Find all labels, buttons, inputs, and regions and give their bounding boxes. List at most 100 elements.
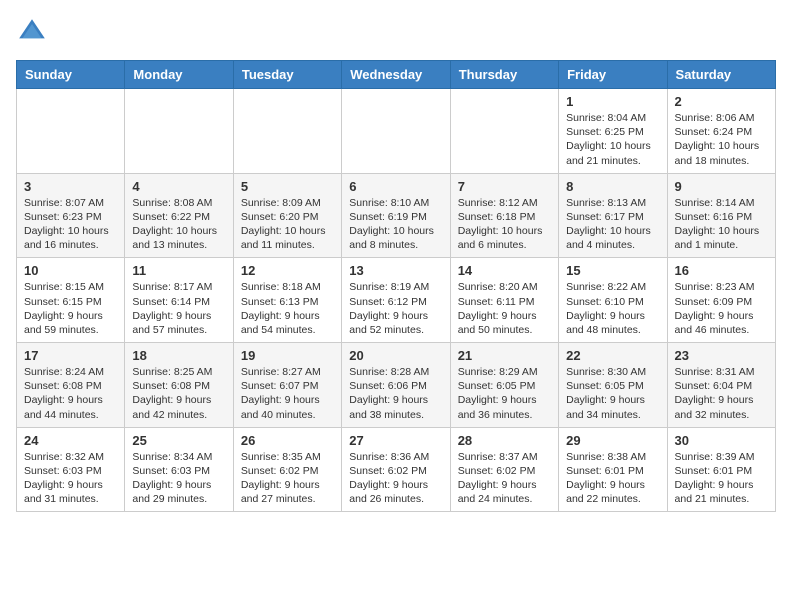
day-number: 7 xyxy=(458,179,551,194)
calendar-cell: 4 Sunrise: 8:08 AM Sunset: 6:22 PM Daylig… xyxy=(125,173,233,258)
day-info: Sunrise: 8:20 AM Sunset: 6:11 PM Dayligh… xyxy=(458,280,551,337)
day-number: 24 xyxy=(24,433,117,448)
day-number: 5 xyxy=(241,179,334,194)
calendar-cell: 11 Sunrise: 8:17 AM Sunset: 6:14 PM Dayli… xyxy=(125,258,233,343)
calendar-cell: 16 Sunrise: 8:23 AM Sunset: 6:09 PM Dayli… xyxy=(667,258,775,343)
day-number: 22 xyxy=(566,348,659,363)
calendar-cell: 8 Sunrise: 8:13 AM Sunset: 6:17 PM Daylig… xyxy=(559,173,667,258)
calendar-cell xyxy=(450,89,558,174)
day-number: 15 xyxy=(566,263,659,278)
calendar-week-row: 17 Sunrise: 8:24 AM Sunset: 6:08 PM Dayli… xyxy=(17,343,776,428)
day-info: Sunrise: 8:09 AM Sunset: 6:20 PM Dayligh… xyxy=(241,196,334,253)
day-info: Sunrise: 8:13 AM Sunset: 6:17 PM Dayligh… xyxy=(566,196,659,253)
calendar-week-row: 3 Sunrise: 8:07 AM Sunset: 6:23 PM Daylig… xyxy=(17,173,776,258)
day-info: Sunrise: 8:19 AM Sunset: 6:12 PM Dayligh… xyxy=(349,280,442,337)
calendar-cell xyxy=(17,89,125,174)
day-number: 6 xyxy=(349,179,442,194)
day-number: 11 xyxy=(132,263,225,278)
calendar-header-row: SundayMondayTuesdayWednesdayThursdayFrid… xyxy=(17,61,776,89)
calendar-cell xyxy=(342,89,450,174)
calendar-cell: 27 Sunrise: 8:36 AM Sunset: 6:02 PM Dayli… xyxy=(342,427,450,512)
day-info: Sunrise: 8:17 AM Sunset: 6:14 PM Dayligh… xyxy=(132,280,225,337)
calendar-cell: 28 Sunrise: 8:37 AM Sunset: 6:02 PM Dayli… xyxy=(450,427,558,512)
calendar-cell: 26 Sunrise: 8:35 AM Sunset: 6:02 PM Dayli… xyxy=(233,427,341,512)
weekday-header: Sunday xyxy=(17,61,125,89)
day-number: 2 xyxy=(675,94,768,109)
calendar-cell: 21 Sunrise: 8:29 AM Sunset: 6:05 PM Dayli… xyxy=(450,343,558,428)
day-number: 17 xyxy=(24,348,117,363)
day-number: 13 xyxy=(349,263,442,278)
day-number: 12 xyxy=(241,263,334,278)
calendar-cell: 14 Sunrise: 8:20 AM Sunset: 6:11 PM Dayli… xyxy=(450,258,558,343)
calendar-cell: 17 Sunrise: 8:24 AM Sunset: 6:08 PM Dayli… xyxy=(17,343,125,428)
weekday-header: Tuesday xyxy=(233,61,341,89)
weekday-header: Friday xyxy=(559,61,667,89)
day-info: Sunrise: 8:06 AM Sunset: 6:24 PM Dayligh… xyxy=(675,111,768,168)
calendar-cell: 18Sunrise: 8:25 AM Sunset: 6:08 PM Dayli… xyxy=(125,343,233,428)
day-number: 21 xyxy=(458,348,551,363)
day-info: Sunrise: 8:15 AM Sunset: 6:15 PM Dayligh… xyxy=(24,280,117,337)
day-number: 23 xyxy=(675,348,768,363)
calendar-cell: 29 Sunrise: 8:38 AM Sunset: 6:01 PM Dayli… xyxy=(559,427,667,512)
day-info: Sunrise: 8:08 AM Sunset: 6:22 PM Dayligh… xyxy=(132,196,225,253)
day-number: 16 xyxy=(675,263,768,278)
weekday-header: Thursday xyxy=(450,61,558,89)
calendar-cell: 22 Sunrise: 8:30 AM Sunset: 6:05 PM Dayli… xyxy=(559,343,667,428)
day-number: 4 xyxy=(132,179,225,194)
day-number: 19 xyxy=(241,348,334,363)
day-number: 8 xyxy=(566,179,659,194)
day-info: Sunrise: 8:35 AM Sunset: 6:02 PM Dayligh… xyxy=(241,450,334,507)
day-number: 10 xyxy=(24,263,117,278)
day-info: Sunrise: 8:39 AM Sunset: 6:01 PM Dayligh… xyxy=(675,450,768,507)
calendar-cell: 7 Sunrise: 8:12 AM Sunset: 6:18 PM Daylig… xyxy=(450,173,558,258)
day-info: Sunrise: 8:32 AM Sunset: 6:03 PM Dayligh… xyxy=(24,450,117,507)
calendar-cell: 3 Sunrise: 8:07 AM Sunset: 6:23 PM Daylig… xyxy=(17,173,125,258)
day-number: 29 xyxy=(566,433,659,448)
day-info: Sunrise: 8:24 AM Sunset: 6:08 PM Dayligh… xyxy=(24,365,117,422)
calendar-week-row: 1Sunrise: 8:04 AM Sunset: 6:25 PM Daylig… xyxy=(17,89,776,174)
calendar-cell: 1Sunrise: 8:04 AM Sunset: 6:25 PM Daylig… xyxy=(559,89,667,174)
day-info: Sunrise: 8:34 AM Sunset: 6:03 PM Dayligh… xyxy=(132,450,225,507)
calendar-cell: 15 Sunrise: 8:22 AM Sunset: 6:10 PM Dayli… xyxy=(559,258,667,343)
calendar-cell xyxy=(233,89,341,174)
calendar-cell xyxy=(125,89,233,174)
day-number: 28 xyxy=(458,433,551,448)
day-info: Sunrise: 8:04 AM Sunset: 6:25 PM Dayligh… xyxy=(566,111,659,168)
calendar-cell: 10 Sunrise: 8:15 AM Sunset: 6:15 PM Dayli… xyxy=(17,258,125,343)
day-number: 25 xyxy=(132,433,225,448)
day-info: Sunrise: 8:12 AM Sunset: 6:18 PM Dayligh… xyxy=(458,196,551,253)
day-info: Sunrise: 8:31 AM Sunset: 6:04 PM Dayligh… xyxy=(675,365,768,422)
calendar-week-row: 24 Sunrise: 8:32 AM Sunset: 6:03 PM Dayli… xyxy=(17,427,776,512)
day-info: Sunrise: 8:30 AM Sunset: 6:05 PM Dayligh… xyxy=(566,365,659,422)
calendar-cell: 23 Sunrise: 8:31 AM Sunset: 6:04 PM Dayli… xyxy=(667,343,775,428)
day-number: 9 xyxy=(675,179,768,194)
weekday-header: Saturday xyxy=(667,61,775,89)
day-info: Sunrise: 8:22 AM Sunset: 6:10 PM Dayligh… xyxy=(566,280,659,337)
calendar-cell: 2 Sunrise: 8:06 AM Sunset: 6:24 PM Daylig… xyxy=(667,89,775,174)
calendar-cell: 5 Sunrise: 8:09 AM Sunset: 6:20 PM Daylig… xyxy=(233,173,341,258)
day-number: 14 xyxy=(458,263,551,278)
day-info: Sunrise: 8:29 AM Sunset: 6:05 PM Dayligh… xyxy=(458,365,551,422)
calendar-cell: 12 Sunrise: 8:18 AM Sunset: 6:13 PM Dayli… xyxy=(233,258,341,343)
calendar-cell: 25 Sunrise: 8:34 AM Sunset: 6:03 PM Dayli… xyxy=(125,427,233,512)
day-info: Sunrise: 8:27 AM Sunset: 6:07 PM Dayligh… xyxy=(241,365,334,422)
day-number: 26 xyxy=(241,433,334,448)
calendar-week-row: 10 Sunrise: 8:15 AM Sunset: 6:15 PM Dayli… xyxy=(17,258,776,343)
weekday-header: Monday xyxy=(125,61,233,89)
day-info: Sunrise: 8:07 AM Sunset: 6:23 PM Dayligh… xyxy=(24,196,117,253)
calendar-cell: 9 Sunrise: 8:14 AM Sunset: 6:16 PM Daylig… xyxy=(667,173,775,258)
day-info: Sunrise: 8:14 AM Sunset: 6:16 PM Dayligh… xyxy=(675,196,768,253)
day-info: Sunrise: 8:18 AM Sunset: 6:13 PM Dayligh… xyxy=(241,280,334,337)
calendar-cell: 30 Sunrise: 8:39 AM Sunset: 6:01 PM Dayli… xyxy=(667,427,775,512)
calendar-cell: 24 Sunrise: 8:32 AM Sunset: 6:03 PM Dayli… xyxy=(17,427,125,512)
day-info: Sunrise: 8:23 AM Sunset: 6:09 PM Dayligh… xyxy=(675,280,768,337)
day-number: 3 xyxy=(24,179,117,194)
day-info: Sunrise: 8:36 AM Sunset: 6:02 PM Dayligh… xyxy=(349,450,442,507)
calendar-cell: 19 Sunrise: 8:27 AM Sunset: 6:07 PM Dayli… xyxy=(233,343,341,428)
day-info: Sunrise: 8:38 AM Sunset: 6:01 PM Dayligh… xyxy=(566,450,659,507)
logo xyxy=(16,16,52,48)
day-number: 30 xyxy=(675,433,768,448)
day-info: Sunrise: 8:37 AM Sunset: 6:02 PM Dayligh… xyxy=(458,450,551,507)
day-number: 27 xyxy=(349,433,442,448)
day-number: 18 xyxy=(132,348,225,363)
